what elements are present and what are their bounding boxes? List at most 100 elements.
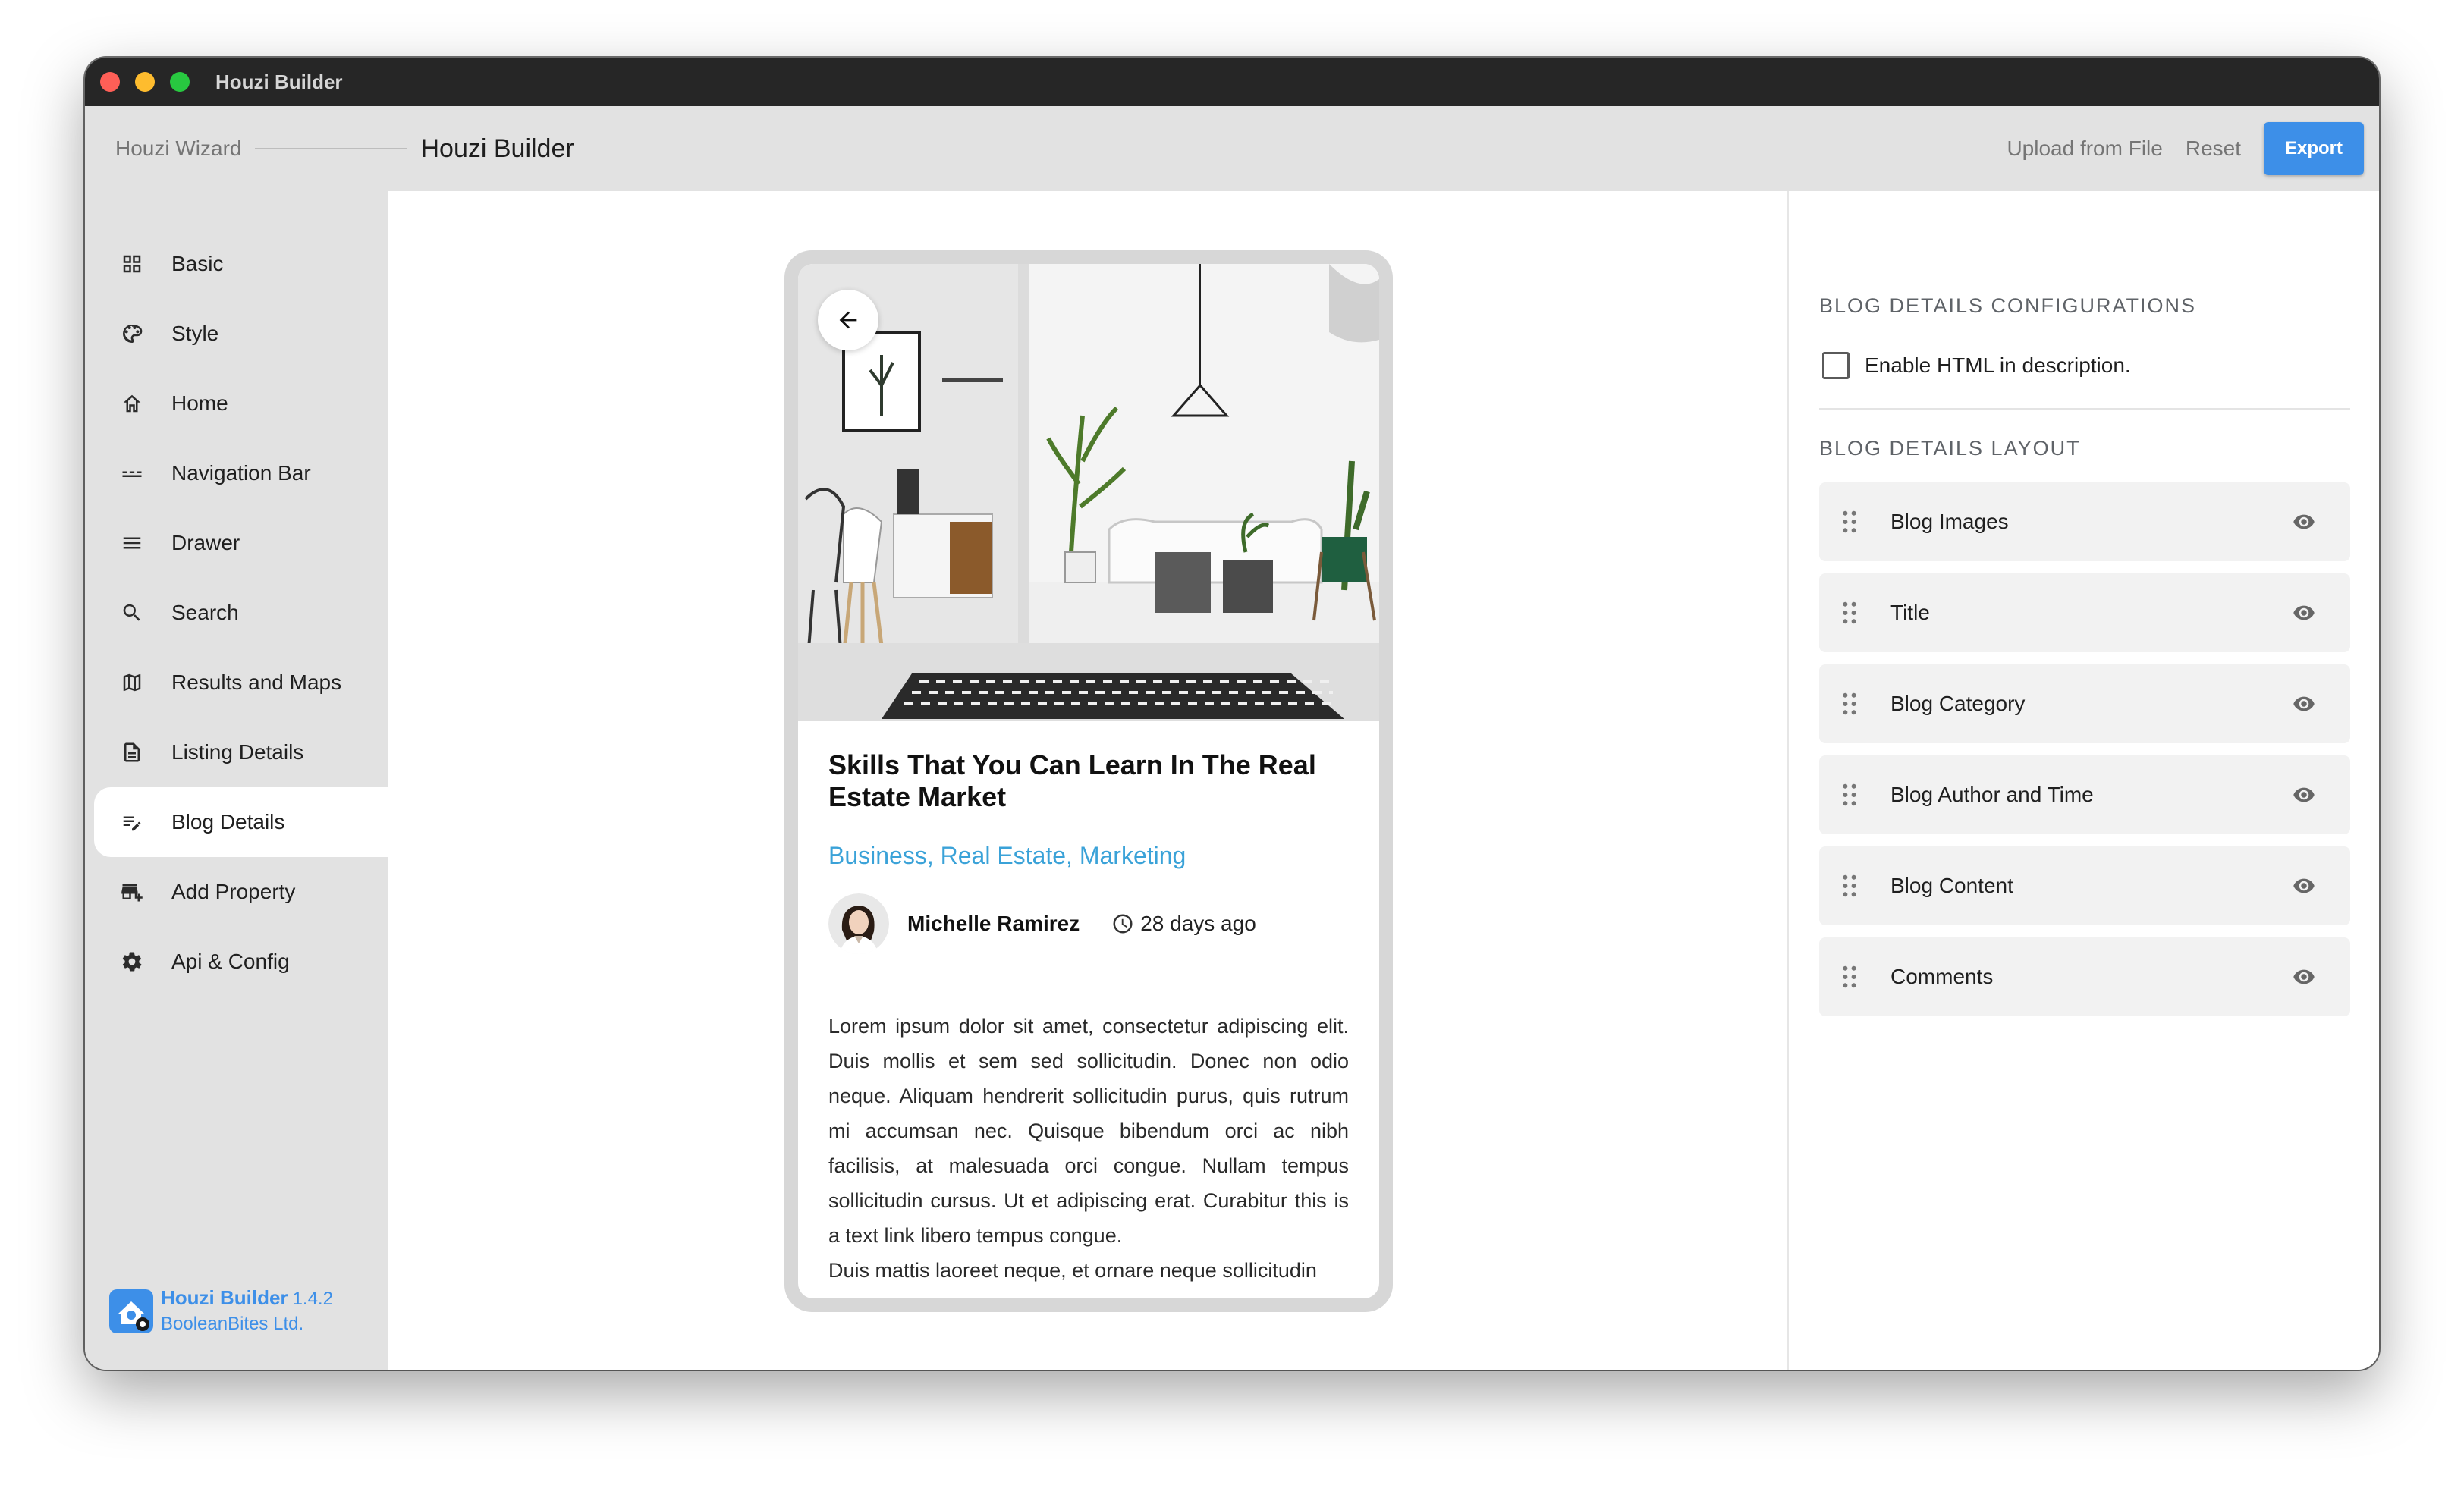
header-actions: Upload from File Reset Export xyxy=(2007,122,2364,175)
post-time: 28 days ago xyxy=(1140,912,1256,935)
brand-version: 1.4.2 xyxy=(292,1289,333,1309)
window-title: Houzi Builder xyxy=(215,70,343,93)
breadcrumb-wizard[interactable]: Houzi Wizard xyxy=(115,137,241,161)
sidebar-item-listing-details[interactable]: Listing Details xyxy=(94,717,388,787)
add-business-icon xyxy=(117,877,147,907)
drag-handle-icon[interactable] xyxy=(1840,601,1859,624)
sidebar-item-label: Drawer xyxy=(171,531,240,554)
sidebar-item-basic[interactable]: Basic xyxy=(94,229,388,299)
visibility-icon[interactable] xyxy=(2290,874,2318,897)
blog-title: Skills That You Can Learn In The Real Es… xyxy=(828,749,1316,812)
layout-item-label: Blog Author and Time xyxy=(1890,783,2094,806)
layout-item-label: Blog Category xyxy=(1890,692,2026,715)
arrow-back-icon xyxy=(839,311,857,329)
sidebar-item-label: Results and Maps xyxy=(171,670,342,694)
phone-screen[interactable]: Skills That You Can Learn In The Real Es… xyxy=(798,264,1379,1298)
layout-item-blog-category[interactable]: Blog Category xyxy=(1819,664,2350,743)
sidebar-item-add-property[interactable]: Add Property xyxy=(94,857,388,927)
home-icon xyxy=(117,388,147,419)
houzi-logo-icon xyxy=(109,1289,153,1333)
layout-item-label: Blog Images xyxy=(1890,510,2009,533)
enable-html-option[interactable]: Enable HTML in description. xyxy=(1822,352,2131,379)
blog-author-row: Michelle Ramirez 28 days ago xyxy=(828,893,1256,954)
phone-preview-frame: Skills That You Can Learn In The Real Es… xyxy=(784,250,1393,1312)
sidebar: Basic Style Home Navigation Bar Drawer S… xyxy=(85,191,388,1370)
preview-area: Skills That You Can Learn In The Real Es… xyxy=(388,191,1787,1370)
nav-bar-icon xyxy=(117,458,147,488)
section-title-configurations: BLOG DETAILS CONFIGURATIONS xyxy=(1819,294,2197,317)
export-button[interactable]: Export xyxy=(2264,122,2364,175)
visibility-icon[interactable] xyxy=(2290,601,2318,624)
drag-handle-icon[interactable] xyxy=(1840,510,1859,533)
sidebar-item-label: Api & Config xyxy=(171,950,290,973)
author-name: Michelle Ramirez xyxy=(907,912,1080,935)
brand-footer: Houzi Builder 1.4.2 BooleanBites Ltd. xyxy=(108,1286,333,1336)
enable-html-label: Enable HTML in description. xyxy=(1865,353,2131,377)
minimize-window-button[interactable] xyxy=(135,72,155,92)
config-panel: BLOG DETAILS CONFIGURATIONS Enable HTML … xyxy=(1787,191,2379,1370)
sidebar-item-api-config[interactable]: Api & Config xyxy=(94,927,388,997)
layout-item-blog-images[interactable]: Blog Images xyxy=(1819,482,2350,561)
blog-categories[interactable]: Business, Real Estate, Marketing xyxy=(828,842,1186,870)
drag-handle-icon[interactable] xyxy=(1840,874,1859,897)
app-header: Houzi Wizard Houzi Builder Upload from F… xyxy=(85,106,2379,191)
visibility-icon[interactable] xyxy=(2290,783,2318,806)
layout-item-label: Blog Content xyxy=(1890,874,2013,897)
visibility-icon[interactable] xyxy=(2290,510,2318,533)
layout-item-title[interactable]: Title xyxy=(1819,573,2350,652)
reset-button[interactable]: Reset xyxy=(2186,137,2241,161)
app-window: Houzi Builder Houzi Wizard Houzi Builder… xyxy=(85,58,2379,1370)
palette-icon xyxy=(117,319,147,349)
drag-handle-icon[interactable] xyxy=(1840,692,1859,715)
author-avatar xyxy=(828,893,889,954)
sidebar-item-search[interactable]: Search xyxy=(94,578,388,648)
sidebar-item-label: Add Property xyxy=(171,880,296,903)
layout-item-label: Title xyxy=(1890,601,1930,624)
title-bar: Houzi Builder xyxy=(85,58,2379,106)
sidebar-item-navigation-bar[interactable]: Navigation Bar xyxy=(94,438,388,508)
zoom-window-button[interactable] xyxy=(170,72,190,92)
search-icon xyxy=(117,598,147,628)
page-title: Houzi Builder xyxy=(420,133,574,163)
sidebar-item-label: Search xyxy=(171,601,239,624)
visibility-icon[interactable] xyxy=(2290,965,2318,988)
blog-content-paragraph: Duis mattis laoreet neque, et ornare neq… xyxy=(828,1259,1317,1282)
section-title-layout: BLOG DETAILS LAYOUT xyxy=(1819,437,2081,460)
enable-html-checkbox[interactable] xyxy=(1822,352,1850,379)
edit-list-icon xyxy=(117,807,147,837)
section-divider xyxy=(1819,408,2350,410)
breadcrumb-divider xyxy=(255,148,407,149)
drag-handle-icon[interactable] xyxy=(1840,783,1859,806)
blog-hero-image xyxy=(798,264,1379,721)
blog-content: Lorem ipsum dolor sit amet, consectetur … xyxy=(828,1009,1349,1288)
grid-icon xyxy=(117,249,147,279)
sidebar-item-label: Basic xyxy=(171,252,224,275)
layout-item-comments[interactable]: Comments xyxy=(1819,937,2350,1016)
document-icon xyxy=(117,737,147,768)
layout-item-blog-author-and-time[interactable]: Blog Author and Time xyxy=(1819,755,2350,834)
sidebar-item-label: Style xyxy=(171,322,219,345)
sidebar-item-label: Blog Details xyxy=(171,810,285,834)
settings-icon xyxy=(117,947,147,977)
clock-icon xyxy=(1113,914,1133,934)
layout-item-blog-content[interactable]: Blog Content xyxy=(1819,846,2350,925)
blog-content-paragraph: Lorem ipsum dolor sit amet, consectetur … xyxy=(828,1015,1349,1247)
upload-from-file-button[interactable]: Upload from File xyxy=(2007,137,2162,161)
sidebar-item-home[interactable]: Home xyxy=(94,369,388,438)
layout-item-label: Comments xyxy=(1890,965,1994,988)
brand-name: Houzi Builder xyxy=(161,1286,288,1309)
window-controls xyxy=(100,72,190,92)
sidebar-item-label: Listing Details xyxy=(171,740,304,764)
back-button[interactable] xyxy=(818,290,878,350)
close-window-button[interactable] xyxy=(100,72,120,92)
sidebar-item-blog-details[interactable]: Blog Details xyxy=(94,787,388,857)
sidebar-item-results-and-maps[interactable]: Results and Maps xyxy=(94,648,388,717)
brand-company: BooleanBites Ltd. xyxy=(161,1314,304,1334)
menu-icon xyxy=(117,528,147,558)
sidebar-item-label: Home xyxy=(171,391,228,415)
sidebar-item-style[interactable]: Style xyxy=(94,299,388,369)
drag-handle-icon[interactable] xyxy=(1840,965,1859,988)
sidebar-item-drawer[interactable]: Drawer xyxy=(94,508,388,578)
visibility-icon[interactable] xyxy=(2290,692,2318,715)
map-icon xyxy=(117,667,147,698)
